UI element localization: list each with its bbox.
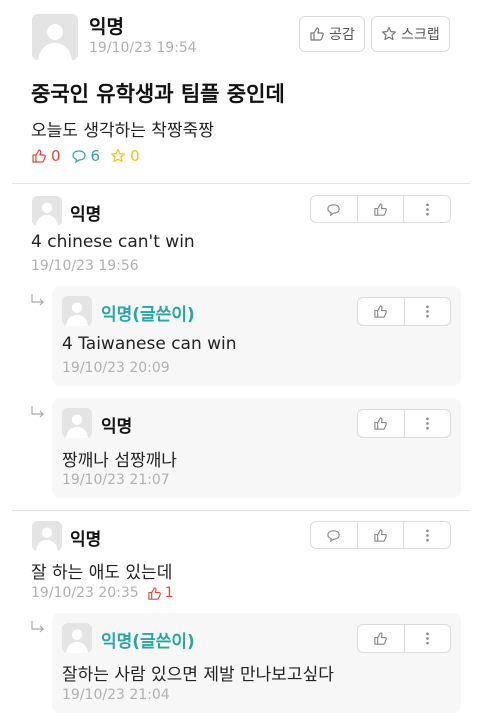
comment-like-button[interactable] [358, 625, 404, 652]
comment-timestamp: 19/10/23 21:07 [62, 472, 170, 488]
comment-divider [12, 510, 470, 511]
comment-like-count: 1 [164, 585, 174, 601]
speech-bubble-icon [327, 529, 341, 542]
more-vertical-icon [425, 529, 429, 541]
comment-avatar [32, 196, 62, 226]
comment-timestamp: 19/10/23 21:04 [62, 687, 170, 703]
star-icon [382, 26, 397, 41]
thumbs-up-icon [374, 632, 388, 645]
comment-like-button[interactable] [356, 522, 404, 548]
avatar-silhouette [62, 296, 92, 326]
comment-author: 익명(글쓴이) [101, 632, 195, 652]
more-vertical-icon [425, 417, 429, 430]
more-button[interactable] [403, 522, 450, 548]
comment-text: 4 chinese can't win [31, 232, 195, 252]
post-title: 중국인 유학생과 팀플 중인데 [31, 82, 285, 106]
comment-avatar [62, 623, 92, 653]
more-button[interactable] [403, 410, 451, 437]
speech-bubble-icon [327, 203, 341, 216]
reply-button[interactable] [311, 196, 357, 222]
comment-text: 짱깨나 섬짱깨나 [62, 451, 177, 471]
comment-like-button[interactable] [358, 298, 404, 325]
comment-timestamp: 19/10/23 20:09 [62, 360, 170, 376]
more-button[interactable] [403, 196, 450, 222]
more-vertical-icon [425, 305, 429, 318]
comment-meta-row: 19/10/23 20:35 1 [31, 584, 174, 602]
avatar-silhouette [62, 408, 92, 438]
comment-author: 익명 [70, 205, 102, 225]
thumbs-up-icon [374, 202, 387, 216]
comment-timestamp: 19/10/23 19:56 [31, 258, 139, 274]
comment-actions [357, 624, 451, 653]
post-author: 익명 [89, 16, 124, 38]
more-vertical-icon [425, 632, 429, 645]
comment-author: 익명(글쓴이) [101, 305, 195, 325]
like-button-label: 공감 [329, 27, 355, 43]
thumbs-up-icon [310, 27, 324, 41]
comment-avatar [32, 521, 62, 551]
post-body: 오늘도 생각하는 착짱죽짱 [31, 121, 214, 141]
comment-timestamp: 19/10/23 20:35 [31, 585, 139, 601]
reply-arrow-icon [31, 621, 44, 633]
comment-count: 6 [90, 147, 101, 165]
comment-actions [310, 521, 451, 549]
avatar-silhouette [32, 521, 62, 551]
post-stats: 0 6 0 [31, 146, 140, 166]
comment-like-button[interactable] [358, 410, 404, 437]
scrap-count: 0 [130, 147, 140, 165]
reply-button[interactable] [311, 522, 357, 548]
more-button[interactable] [403, 298, 451, 325]
comment-actions [310, 195, 451, 223]
avatar-silhouette [32, 196, 62, 226]
like-count: 0 [51, 147, 61, 165]
thumbs-up-icon [374, 417, 388, 430]
comment-text: 4 Taiwanese can win [62, 334, 237, 354]
like-button[interactable]: 공감 [299, 16, 365, 52]
speech-bubble-icon [71, 150, 86, 164]
comment-text: 잘 하는 애도 있는데 [31, 563, 173, 583]
reply-arrow-icon [31, 406, 44, 418]
scrap-button[interactable]: 스크랩 [371, 16, 450, 52]
more-button[interactable] [403, 625, 451, 652]
comment-text: 잘하는 사람 있으면 제발 만나보고싶다 [62, 665, 334, 685]
avatar-silhouette [62, 623, 92, 653]
post-avatar [32, 14, 78, 60]
comment-author: 익명 [101, 417, 133, 437]
reply-arrow-icon [31, 294, 44, 306]
more-vertical-icon [425, 203, 429, 215]
comment-like-button[interactable] [356, 196, 404, 222]
thumbs-up-icon [374, 528, 387, 542]
comment-avatar [62, 408, 92, 438]
thumbs-up-icon [374, 305, 388, 318]
thumbs-up-icon [32, 149, 46, 163]
avatar-silhouette [32, 14, 78, 60]
comment-actions [357, 297, 451, 326]
comment-author: 익명 [70, 530, 102, 550]
comment-avatar [62, 296, 92, 326]
comment-actions [357, 409, 451, 438]
thumbs-up-icon [148, 586, 161, 600]
post-timestamp: 19/10/23 19:54 [89, 40, 197, 56]
post-divider [12, 183, 470, 184]
star-icon [111, 148, 126, 163]
scrap-button-label: 스크랩 [401, 27, 440, 43]
